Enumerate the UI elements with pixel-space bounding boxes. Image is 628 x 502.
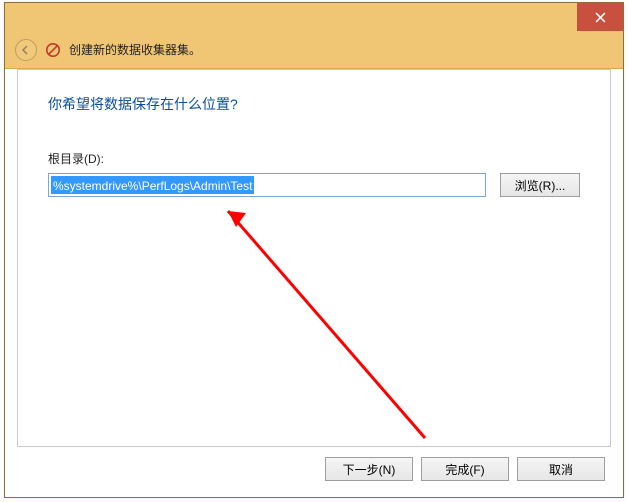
finish-button[interactable]: 完成(F) — [421, 457, 509, 481]
wizard-title: 创建新的数据收集器集。 — [69, 41, 201, 58]
close-icon — [595, 12, 606, 23]
root-dir-row: %systemdrive%\PerfLogs\Admin\Test 浏览(R).… — [48, 173, 580, 197]
wizard-content: 你希望将数据保存在什么位置? 根目录(D): %systemdrive%\Per… — [17, 69, 611, 447]
cancel-button[interactable]: 取消 — [517, 457, 605, 481]
close-button[interactable] — [577, 3, 623, 31]
dialog-window: 创建新的数据收集器集。 你希望将数据保存在什么位置? 根目录(D): %syst… — [4, 2, 624, 498]
next-button[interactable]: 下一步(N) — [325, 457, 413, 481]
arrow-left-icon — [20, 44, 32, 56]
root-dir-input[interactable]: %systemdrive%\PerfLogs\Admin\Test — [48, 173, 486, 197]
browse-button[interactable]: 浏览(R)... — [500, 173, 580, 197]
root-dir-value: %systemdrive%\PerfLogs\Admin\Test — [51, 176, 254, 194]
back-button[interactable] — [15, 39, 37, 61]
blocked-icon — [45, 42, 61, 58]
wizard-header: 创建新的数据收集器集。 — [5, 31, 623, 69]
titlebar — [5, 3, 623, 31]
root-dir-label: 根目录(D): — [48, 150, 580, 167]
page-question: 你希望将数据保存在什么位置? — [48, 94, 580, 114]
wizard-footer: 下一步(N) 完成(F) 取消 — [17, 451, 611, 487]
